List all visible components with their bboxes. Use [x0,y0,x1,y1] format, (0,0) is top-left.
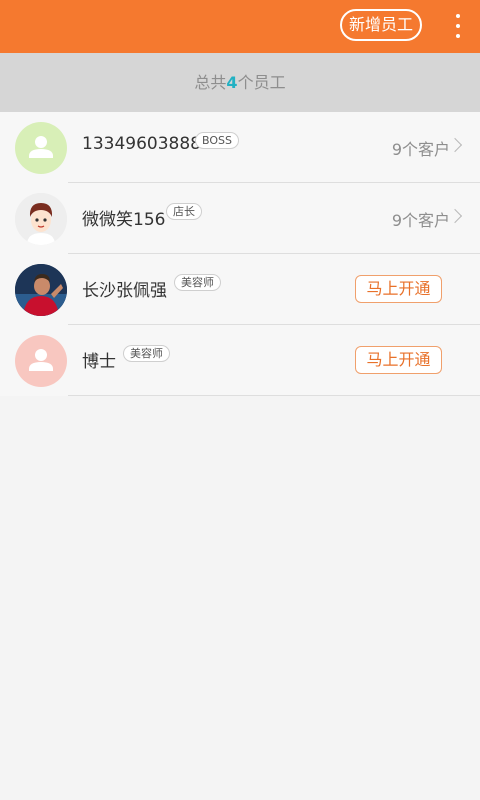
top-bar: 新增员工 [0,0,480,53]
client-count: 9个客户 [391,140,450,159]
role-badge: 美容师 [174,274,221,291]
photo-avatar [15,264,67,316]
staff-row[interactable]: 长沙张佩强 美容师 马上开通 [0,254,480,325]
menu-dot [456,34,460,38]
staff-row[interactable]: 微微笑156 店长 9个客户 [0,183,480,254]
staff-name: 13349603888 [82,134,201,154]
row-divider [68,395,480,396]
more-vertical-icon[interactable] [446,11,470,41]
default-person-icon [15,335,67,387]
staff-row[interactable]: 13349603888 BOSS 9个客户 [0,112,480,183]
cartoon-avatar [15,193,67,245]
chevron-right-icon [447,137,463,153]
staff-name: 博士 [82,352,116,372]
chevron-right-icon [447,208,463,224]
staff-list: 13349603888 BOSS 9个客户 微微笑156 店长 9个客户 长沙张… [0,112,480,396]
activate-now-button[interactable]: 马上开通 [355,346,442,374]
summary-prefix: 总共 [194,73,227,92]
staff-count: 4 [226,73,238,92]
role-badge: BOSS [195,132,239,149]
staff-name: 微微笑156 [82,210,166,230]
client-count: 9个客户 [391,211,450,230]
role-badge: 店长 [166,203,202,220]
staff-row[interactable]: 博士 美容师 马上开通 [0,325,480,396]
summary-suffix: 个员工 [237,73,286,92]
role-badge: 美容师 [123,345,170,362]
staff-name: 长沙张佩强 [82,281,167,301]
app-root: 新增员工 总共4个员工 13349603888 BOSS 9个客户 微微笑156… [0,0,480,800]
default-person-icon [15,122,67,174]
menu-dot [456,14,460,18]
menu-dot [456,24,460,28]
add-staff-button[interactable]: 新增员工 [340,9,422,41]
staff-summary: 总共4个员工 [0,53,480,112]
activate-now-button[interactable]: 马上开通 [355,275,442,303]
